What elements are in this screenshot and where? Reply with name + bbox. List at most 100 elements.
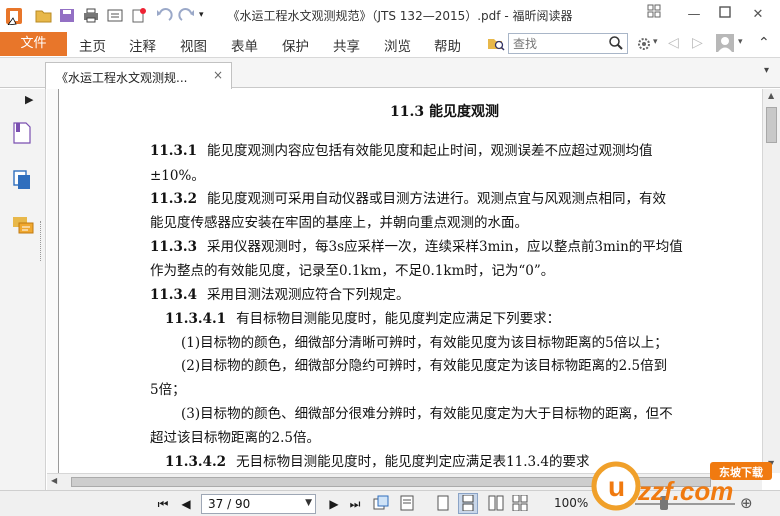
clause-number: 11.3.4.1 <box>165 311 227 327</box>
search-field[interactable] <box>508 33 628 54</box>
continuous-view-icon[interactable] <box>458 493 478 514</box>
settings-gear-icon[interactable] <box>636 36 652 56</box>
continuous-facing-view-icon[interactable] <box>512 494 528 515</box>
menu-home[interactable]: 主页 <box>79 35 106 55</box>
doc-line: 11.3.1 能见度观测内容应包括有效能见度和起止时间，观测误差不应超过观测均值 <box>150 139 652 159</box>
facing-view-icon[interactable] <box>488 495 504 515</box>
settings-dropdown-icon[interactable]: ▾ <box>653 37 658 47</box>
scroll-up-icon[interactable]: ▲ <box>768 91 774 100</box>
doc-line: 11.3.4.1 有目标物目测能见度时，能见度判定应满足下列要求： <box>165 307 560 327</box>
user-avatar-icon[interactable] <box>716 34 734 56</box>
doc-line: 11.3.2 能见度观测可采用自动仪器或目测方法进行。观测点宜与风观测点相同，有效 <box>150 187 666 207</box>
navigation-panel: ▶ <box>0 89 46 490</box>
clause-text: 作为整点的有效能见度，记录至0.1km，不足0.1km时，记为“0”。 <box>150 263 555 279</box>
page-shadow <box>47 89 59 473</box>
doc-line: 能见度传感器应安装在牢固的基座上，并朝向重点观测的水面。 <box>150 211 528 231</box>
open-folder-icon[interactable] <box>35 7 53 24</box>
clause-text: 能见度观测内容应包括有效能见度和起止时间，观测误差不应超过观测均值 <box>206 143 653 159</box>
menu-view[interactable]: 视图 <box>180 35 207 55</box>
save-icon[interactable] <box>58 7 76 24</box>
svg-text:u: u <box>608 471 625 502</box>
close-button[interactable]: ✕ <box>745 4 771 26</box>
watermark-logo: u 东坡下载 zzf.com <box>590 440 780 516</box>
clause-text: 采用仪器观测时，每3s应采样一次，连续采样3min，应以整点前3min的平均值 <box>206 239 683 255</box>
next-page-button[interactable]: ▶ <box>326 495 342 513</box>
zoom-level: 100% <box>554 496 589 510</box>
doc-line: 5倍； <box>150 378 186 398</box>
page-dropdown-icon[interactable]: ▼ <box>305 498 312 508</box>
clause-text: 能见度观测可采用自动仪器或目测方法进行。观测点宜与风观测点相同，有效 <box>206 191 666 207</box>
properties-icon[interactable] <box>106 7 124 24</box>
tab-close-button[interactable]: × <box>213 68 223 82</box>
doc-line: (3)目标物的颜色、细微部分很难分辨时，有效能见度定为大于目标物的距离，但不 <box>181 402 673 422</box>
document-view[interactable]: 11.3 能见度观测 11.3.1 能见度观测内容应包括有效能见度和起止时间，观测… <box>47 89 762 473</box>
search-icon[interactable] <box>608 35 624 55</box>
doc-line: 11.3.4.2 无目标物目测能见度时，能见度判定应满足表11.3.4的要求 <box>165 450 590 470</box>
clause-text: ±10%。 <box>150 168 205 184</box>
page-number-input[interactable] <box>202 495 292 513</box>
section-title: 11.3 能见度观测 <box>390 104 499 120</box>
clause-number: 11.3.3 <box>150 239 197 255</box>
tab-bar: 《水运工程水文观测规... × ▾ <box>0 58 780 89</box>
user-dropdown-icon[interactable]: ▾ <box>738 37 743 47</box>
doc-line: (1)目标物的颜色，细微部分清晰可辨时，有效能见度为该目标物距离的5倍以上； <box>181 331 668 351</box>
doc-line: ±10%。 <box>150 164 205 184</box>
tab-list-dropdown-icon[interactable]: ▾ <box>764 65 769 76</box>
rotate-view-icon[interactable] <box>373 495 389 515</box>
single-page-view-icon[interactable] <box>436 495 450 515</box>
document-tab-label: 《水运工程水文观测规... <box>56 71 188 85</box>
comments-icon[interactable] <box>12 215 34 241</box>
scroll-left-icon[interactable]: ◀ <box>51 476 57 485</box>
layout-icon[interactable] <box>641 4 667 26</box>
clause-text: (3)目标物的颜色、细微部分很难分辨时，有效能见度定为大于目标物的距离，但不 <box>181 406 673 422</box>
find-folder-icon[interactable] <box>487 35 505 56</box>
doc-line: 超过该目标物距离的2.5倍。 <box>150 426 320 446</box>
page-thumbnails-icon[interactable] <box>12 169 32 195</box>
menu-browse[interactable]: 浏览 <box>384 35 411 55</box>
clause-number: 11.3.1 <box>150 143 197 159</box>
page-number-field[interactable]: ▼ <box>201 494 316 514</box>
bookmark-icon[interactable] <box>12 122 32 148</box>
first-page-button[interactable]: ⏮ <box>155 495 171 513</box>
nav-forward-icon[interactable]: ▷ <box>692 35 703 51</box>
doc-line: 作为整点的有效能见度，记录至0.1km，不足0.1km时，记为“0”。 <box>150 259 554 279</box>
minimize-button[interactable]: — <box>681 4 707 26</box>
window-title: 《水运工程水文观测规范》（JTS 132—2015）.pdf - 福昕阅读器 <box>227 9 573 23</box>
vertical-scrollbar[interactable]: ▲ ▼ <box>762 89 780 473</box>
svg-text:zzf.com: zzf.com <box>637 476 733 506</box>
view-mode-icon[interactable] <box>399 495 415 515</box>
undo-icon[interactable] <box>155 7 173 24</box>
menu-help[interactable]: 帮助 <box>434 35 461 55</box>
last-page-button[interactable]: ⏭ <box>347 495 363 513</box>
menu-form[interactable]: 表单 <box>231 35 258 55</box>
panel-resize-handle[interactable] <box>40 221 43 261</box>
prev-page-button[interactable]: ◀ <box>178 495 194 513</box>
print-icon[interactable] <box>82 7 100 24</box>
menu-protect[interactable]: 保护 <box>282 35 309 55</box>
clause-text: 无目标物目测能见度时，能见度判定应满足表11.3.4的要求 <box>236 454 590 470</box>
collapse-ribbon-icon[interactable]: ⌃ <box>758 35 770 51</box>
clause-text: 5倍； <box>150 382 186 398</box>
search-input[interactable] <box>509 34 605 53</box>
menu-bar: 文件 主页 注释 视图 表单 保护 共享 浏览 帮助 ▾ ◁ ▷ ▾ ⌃ <box>0 30 780 58</box>
clause-text: 超过该目标物距离的2.5倍。 <box>150 430 320 446</box>
new-doc-icon[interactable] <box>130 7 148 24</box>
doc-line: 11.3.4 采用目测法观测应符合下列规定。 <box>150 283 409 303</box>
clause-number: 11.3.4 <box>150 287 197 303</box>
app-logo-icon[interactable] <box>5 7 23 26</box>
expand-panel-icon[interactable]: ▶ <box>25 93 33 106</box>
document-tab[interactable]: 《水运工程水文观测规... × <box>45 62 232 89</box>
maximize-button[interactable] <box>712 4 738 26</box>
menu-share[interactable]: 共享 <box>333 35 360 55</box>
clause-text: (1)目标物的颜色，细微部分清晰可辨时，有效能见度为该目标物距离的5倍以上； <box>181 335 668 351</box>
vertical-scroll-thumb[interactable] <box>766 107 777 143</box>
clause-number: 11.3.4.2 <box>165 454 227 470</box>
file-menu-button[interactable]: 文件 <box>0 32 67 56</box>
clause-text: 能见度传感器应安装在牢固的基座上，并朝向重点观测的水面。 <box>150 215 528 231</box>
nav-back-icon[interactable]: ◁ <box>668 35 679 51</box>
doc-line: 11.3.3 采用仪器观测时，每3s应采样一次，连续采样3min，应以整点前3mi… <box>150 235 683 255</box>
clause-text: (2)目标物的颜色，细微部分隐约可辨时，有效能见度定为该目标物距离的2.5倍到 <box>181 358 668 374</box>
clause-text: 采用目测法观测应符合下列规定。 <box>206 287 410 303</box>
clause-text: 有目标物目测能见度时，能见度判定应满足下列要求： <box>236 311 561 327</box>
menu-comment[interactable]: 注释 <box>129 35 156 55</box>
